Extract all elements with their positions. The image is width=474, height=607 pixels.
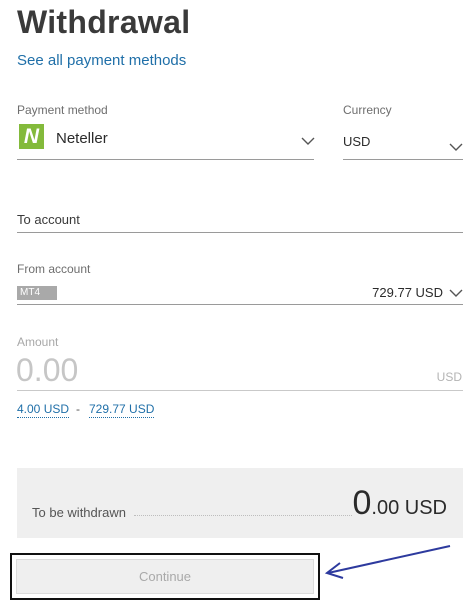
withdrawal-summary: To be withdrawn 0.00 USD [17,468,463,538]
amount-underline [17,390,463,391]
chevron-down-icon [449,142,463,152]
page-title: Withdrawal [17,4,191,40]
max-amount-link[interactable]: 729.77 USD [89,402,155,418]
amount-value: 0.00 [16,352,79,388]
payment-method-select[interactable]: N Neteller [17,122,315,158]
continue-button[interactable]: Continue [16,559,314,594]
from-account-underline [17,304,463,305]
summary-dotted-leader [134,515,352,516]
payment-method-label: Payment method [17,103,108,117]
currency-value: USD [343,134,371,149]
min-amount-link[interactable]: 4.00 USD [17,402,70,418]
currency-underline [343,159,463,160]
annotation-arrow-icon [322,540,454,585]
see-all-payment-methods-link[interactable]: See all payment methods [17,52,186,69]
from-account-label: From account [17,262,91,276]
amount-currency: USD [436,370,462,384]
neteller-logo-icon: N [19,124,44,149]
from-account-value: 729.77 USD [372,285,443,300]
to-account-field[interactable]: To account [17,212,80,227]
amount-label: Amount [17,335,59,349]
chevron-down-icon [449,288,463,298]
amount-integer: 0 [352,484,372,522]
payment-method-underline [17,159,314,160]
amount-decimal: .00 USD [371,497,447,519]
withdrawal-page: Withdrawal See all payment methods Payme… [0,0,474,607]
chevron-down-icon [301,136,315,146]
range-separator: - [76,402,80,416]
payment-method-value: Neteller [56,130,108,147]
continue-highlight-frame: Continue [10,553,320,600]
to-be-withdrawn-amount: 0.00 USD [352,484,447,523]
to-account-underline [17,232,463,233]
to-be-withdrawn-label: To be withdrawn [32,505,126,520]
currency-label: Currency [343,103,392,117]
mt4-badge: MT4 [17,286,57,300]
currency-select[interactable]: USD [343,122,463,158]
